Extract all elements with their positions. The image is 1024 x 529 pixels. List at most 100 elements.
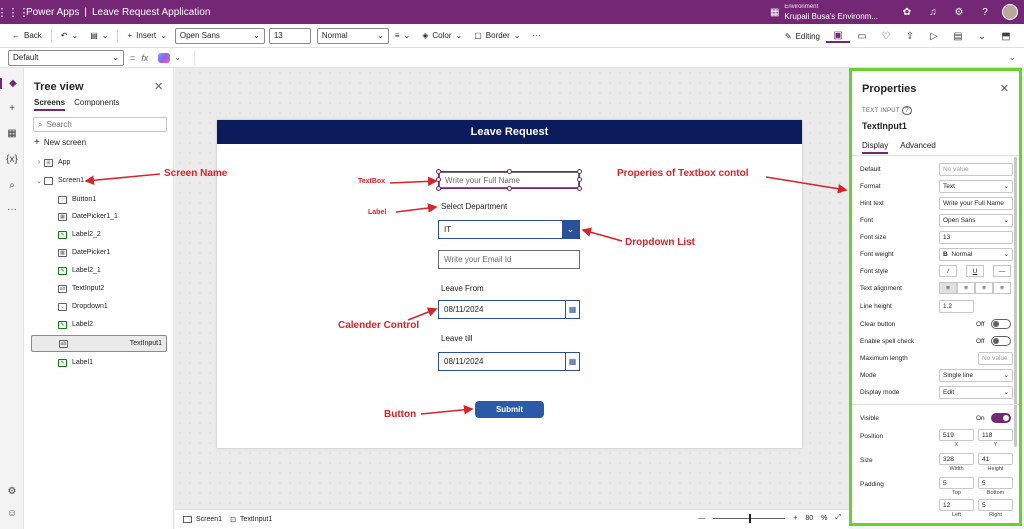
properties-pane-icon[interactable]: ▣	[826, 30, 850, 43]
tree-node-app[interactable]: › ⊞ App	[24, 154, 174, 171]
status-screen[interactable]: Screen1	[183, 516, 222, 523]
help-icon[interactable]: ?	[972, 7, 998, 18]
comment-icon[interactable]: ▭	[850, 31, 874, 42]
chevron-down-icon[interactable]: ⌄	[34, 177, 44, 185]
data-icon[interactable]: ▦	[0, 128, 24, 139]
zoom-slider[interactable]	[713, 513, 786, 523]
align-button[interactable]: ≡ ⌄	[389, 26, 416, 46]
tree-node-control[interactable]: ✎ Label1	[24, 354, 174, 371]
fit-screen-icon[interactable]: ⤢	[835, 514, 841, 522]
tree-node-control[interactable]: ▦ DatePicker1	[24, 244, 174, 261]
help-icon[interactable]: ?	[901, 106, 912, 115]
tree-node-control[interactable]: ⌄ Dropdown1	[24, 298, 174, 315]
copilot-icon[interactable]: ✿	[894, 7, 920, 18]
padding-left-input[interactable]: 12	[939, 499, 974, 511]
save-icon[interactable]: ▤	[946, 31, 970, 42]
tree-node-control[interactable]: ab TextInput2	[24, 280, 174, 297]
status-control[interactable]: ⊡ TextInput1	[230, 516, 272, 524]
leave-till-datepicker[interactable]: 08/11/2024 ▦	[438, 352, 580, 371]
submit-button[interactable]: Submit	[475, 401, 544, 418]
copilot-icon[interactable]	[158, 52, 171, 63]
search-icon[interactable]: ⌕	[0, 180, 24, 191]
calendar-icon[interactable]: ▦	[565, 353, 579, 370]
tab-components[interactable]: Components	[74, 98, 119, 111]
formula-input[interactable]	[194, 51, 1014, 65]
resize-handle[interactable]	[507, 186, 512, 191]
padding-right-input[interactable]: 5	[978, 499, 1013, 511]
editing-mode-button[interactable]: ✎ Editing	[779, 26, 826, 46]
close-icon[interactable]: ✕	[1000, 82, 1009, 95]
resize-handle[interactable]	[577, 169, 582, 174]
resize-handle[interactable]	[577, 186, 582, 191]
department-dropdown[interactable]: IT ⌄	[438, 220, 580, 239]
new-screen-button[interactable]: + New screen	[34, 137, 86, 148]
virtual-agent-icon[interactable]: ☺	[0, 508, 24, 519]
environment-picker[interactable]: ▦ Environment Krupali Busa's Environm...	[770, 3, 878, 21]
tree-node-control[interactable]: ✎ Label2	[24, 316, 174, 333]
mode-select[interactable]: Single line ⌄	[939, 368, 1013, 382]
control-name[interactable]: TextInput1	[862, 121, 907, 131]
preview-icon[interactable]: ▷	[922, 31, 946, 42]
chevron-down-icon[interactable]: ⌄	[562, 221, 579, 238]
zoom-out-button[interactable]: —	[698, 515, 705, 522]
strikethrough-button[interactable]: —	[993, 265, 1011, 277]
insert-plus-icon[interactable]: +	[0, 103, 24, 114]
padding-bottom-input[interactable]: 5	[978, 477, 1013, 489]
resize-handle[interactable]	[507, 169, 512, 174]
resize-handle[interactable]	[577, 177, 582, 182]
tree-search-input[interactable]: ⌕ Search	[33, 117, 167, 132]
align-left-icon[interactable]: ≡	[939, 282, 957, 294]
more-icon[interactable]: ···	[0, 204, 24, 215]
position-x-input[interactable]: 519	[939, 429, 974, 441]
settings-icon[interactable]: ⚙	[0, 486, 24, 497]
tab-advanced[interactable]: Advanced	[900, 141, 936, 154]
expand-chevron-icon[interactable]: ⌄	[1008, 52, 1016, 63]
zoom-thumb[interactable]	[749, 513, 752, 523]
avatar[interactable]	[1002, 4, 1018, 20]
gear-icon[interactable]: ⚙	[946, 7, 972, 18]
undo-button[interactable]: ↶ ⌄	[55, 26, 84, 46]
insert-button[interactable]: + Insert ⌄	[121, 26, 172, 46]
max-length-input[interactable]: No value	[978, 351, 1013, 365]
back-button[interactable]: ← Back	[6, 26, 48, 46]
publish-icon[interactable]: ⬒	[994, 31, 1018, 42]
app-checker-icon[interactable]: ♡	[874, 31, 898, 42]
property-select[interactable]: Default ⌄	[8, 49, 124, 66]
bell-icon[interactable]: ♫	[920, 7, 946, 18]
font-select[interactable]: Open Sans ⌄	[174, 27, 265, 44]
tree-node-control[interactable]: ✎ Label2_1	[24, 262, 174, 279]
width-input[interactable]: 328	[939, 453, 974, 465]
chevron-down-icon[interactable]: ⌄	[970, 31, 994, 42]
italic-button[interactable]: /	[939, 265, 957, 277]
display-mode-select[interactable]: Edit ⌄	[939, 385, 1013, 399]
font-weight-select[interactable]: B Normal ⌄	[939, 247, 1013, 261]
hint-text-input[interactable]: Write your Full Name	[939, 196, 1013, 210]
resize-handle[interactable]	[436, 169, 441, 174]
default-input[interactable]: No value	[939, 162, 1013, 176]
app-launcher-icon[interactable]: ⋮⋮⋮	[0, 0, 30, 24]
tree-node-control[interactable]: ▦ DatePicker1_1	[24, 208, 174, 225]
chevron-right-icon[interactable]: ›	[34, 159, 44, 166]
tree-node-screen[interactable]: ⌄ Screen1	[24, 172, 174, 189]
border-button[interactable]: ▢ Border ⌄	[468, 26, 526, 46]
format-select[interactable]: Text ⌄	[939, 179, 1013, 193]
resize-handle[interactable]	[436, 177, 441, 182]
calendar-icon[interactable]: ▦	[565, 301, 579, 318]
align-justify-icon[interactable]: ≡	[993, 282, 1011, 294]
font-size-input[interactable]: 13	[939, 230, 1013, 244]
font-select[interactable]: Open Sans ⌄	[939, 213, 1013, 227]
line-height-input[interactable]: 1.2	[939, 299, 974, 313]
visible-toggle[interactable]	[991, 413, 1011, 423]
tab-screens[interactable]: Screens	[34, 98, 66, 111]
close-icon[interactable]: ✕	[154, 80, 163, 93]
height-input[interactable]: 41	[978, 453, 1013, 465]
more-icon[interactable]: ···	[147, 340, 154, 347]
font-size-input[interactable]: 13	[268, 27, 311, 44]
spell-check-toggle[interactable]	[991, 336, 1011, 346]
align-center-icon[interactable]: ≡	[957, 282, 975, 294]
align-right-icon[interactable]: ≡	[975, 282, 993, 294]
font-weight-select[interactable]: Normal ⌄	[316, 27, 389, 44]
tab-display[interactable]: Display	[862, 141, 889, 154]
tree-node-control[interactable]: ✎ Label2_2	[24, 226, 174, 243]
tree-node-selected[interactable]: ab TextInput1 ···	[31, 335, 167, 352]
